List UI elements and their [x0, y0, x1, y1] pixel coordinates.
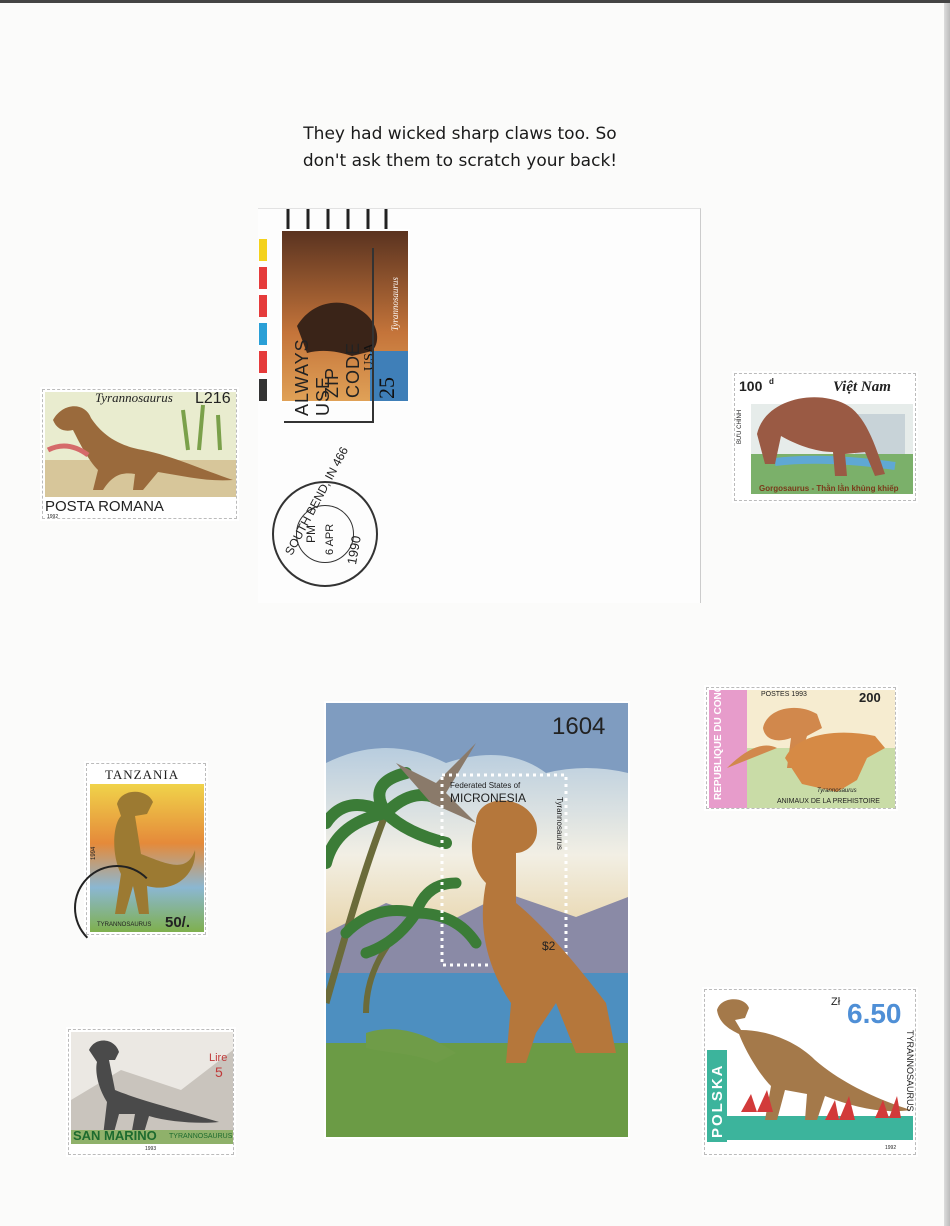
micronesia-value: $2	[542, 939, 556, 953]
stamp-romania[interactable]: Tyrannosaurus L216 POSTA ROMANA 1992	[42, 389, 237, 519]
vietnam-unit: d	[769, 377, 774, 386]
micronesia-country-line-2: MICRONESIA	[450, 791, 527, 805]
cancel-line-2: ZIP CODE	[322, 341, 363, 398]
romania-country: POSTA ROMANA	[45, 498, 164, 515]
stamp-sanmarino[interactable]: Lire 5 SAN MARINO TYRANNOSAURUS 1993	[68, 1029, 234, 1155]
congo-stamp-art	[709, 690, 895, 808]
congo-caption: ANIMAUX DE LA PREHISTOIRE	[777, 798, 880, 805]
usa-value: 25	[374, 377, 399, 399]
congo-country: REPUBLIQUE DU CONGO	[713, 687, 724, 800]
congo-value: 200	[859, 690, 881, 705]
album-page: They had wicked sharp claws too. So don'…	[0, 0, 950, 1226]
micronesia-species: Tyrannosaurus	[555, 797, 564, 850]
vietnam-country: Việt Nam	[833, 379, 891, 395]
sanmarino-unit: Lire	[209, 1052, 228, 1064]
page-caption: They had wicked sharp claws too. So don'…	[270, 121, 650, 175]
vietnam-side-label: BƯU CHÍNH	[737, 409, 743, 444]
color-bars	[259, 239, 267, 401]
caption-line-2: don't ask them to scratch your back!	[302, 151, 618, 171]
slogan-cancel: ALWAYS USE ZIP CODE	[284, 248, 374, 423]
sanmarino-year: 1993	[145, 1146, 157, 1152]
stamp-vietnam[interactable]: 100 d Việt Nam BƯU CHÍNH Gorgosaurus - T…	[734, 373, 916, 501]
caption-line-1: They had wicked sharp claws too. So	[303, 124, 617, 144]
vietnam-value: 100	[739, 378, 763, 394]
polska-species: TYRANNOSAURUS	[905, 1030, 915, 1112]
micronesia-country-line-1: Federated States of	[450, 781, 521, 790]
romania-species: Tyrannosaurus	[95, 390, 173, 405]
page-edge	[944, 3, 950, 1226]
sanmarino-value: 5	[215, 1064, 223, 1080]
romania-year: 1992	[47, 514, 59, 519]
tanzania-postmark	[74, 865, 160, 951]
congo-species: Tyrannosaurus	[817, 788, 857, 794]
romania-value: L216	[195, 390, 231, 407]
tanzania-year: 1994	[91, 846, 97, 860]
vietnam-caption: Gorgosaurus - Thằn lằn khủng khiếp	[759, 484, 899, 493]
usa-species: Tyrannosaurus	[390, 277, 400, 331]
congo-year: POSTES 1993	[761, 691, 807, 698]
polska-value: 6.50	[847, 998, 902, 1029]
sanmarino-country: SAN MARINO	[73, 1128, 157, 1143]
sanmarino-species: TYRANNOSAURUS	[169, 1133, 233, 1140]
stamp-congo[interactable]: REPUBLIQUE DU CONGO POSTES 1993 200 Tyra…	[706, 687, 896, 809]
postmark-time: PM	[304, 525, 318, 543]
polska-country: POLSKA	[709, 1063, 726, 1138]
postmark-date: 6 APR	[324, 523, 336, 555]
sheet-micronesia[interactable]: 1604 Federated States of MICRONESIA Tyra…	[326, 703, 628, 1137]
tanzania-country: TANZANIA	[105, 767, 180, 782]
stamp-polska[interactable]: Zł 6.50 TYRANNOSAURUS POLSKA 1992	[704, 989, 916, 1155]
polska-year: 1992	[885, 1145, 897, 1151]
micronesia-number: 1604	[552, 713, 606, 740]
micronesia-sheet-art	[326, 703, 628, 1137]
tanzania-value: 50/.	[165, 914, 191, 931]
polska-currency: Zł	[831, 996, 841, 1008]
